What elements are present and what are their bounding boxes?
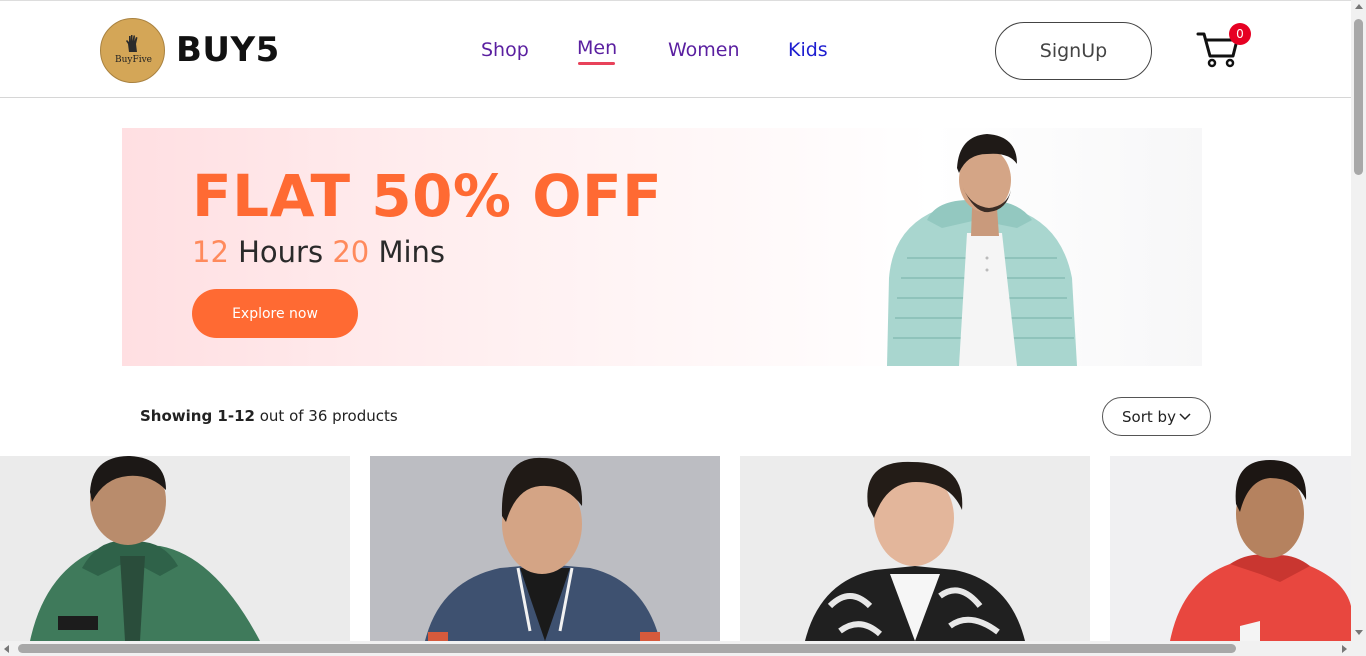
product-image <box>30 456 260 641</box>
nav-men[interactable]: Men <box>577 36 617 60</box>
nav-shop[interactable]: Shop <box>481 38 529 62</box>
product-card[interactable] <box>370 456 720 641</box>
timer-hours-label: Hours <box>238 235 324 269</box>
product-card[interactable] <box>740 456 1090 641</box>
scroll-right-icon[interactable] <box>1342 645 1347 653</box>
banner-headline: FLAT 50% OFF <box>192 162 663 230</box>
timer-mins-label: Mins <box>378 235 446 269</box>
vertical-scroll-thumb[interactable] <box>1354 19 1363 175</box>
promo-banner: FLAT 50% OFF 12 Hours 20 Mins Explore no… <box>122 128 1202 366</box>
banner-model-image <box>887 134 1077 366</box>
scroll-left-icon[interactable] <box>4 645 9 653</box>
logo-text: BuyFive <box>114 55 153 65</box>
product-card[interactable] <box>1110 456 1351 641</box>
scroll-down-icon[interactable] <box>1355 630 1363 635</box>
hand-icon <box>126 35 138 52</box>
chevron-down-icon <box>1179 412 1191 420</box>
signup-button[interactable]: SignUp <box>995 22 1152 80</box>
showing-count: Showing 1-12 out of 36 products <box>140 406 398 426</box>
sort-by-button[interactable]: Sort by <box>1102 397 1211 436</box>
brand-name[interactable]: BUY5 <box>176 29 280 71</box>
vertical-scrollbar[interactable] <box>1351 0 1366 641</box>
product-image <box>805 461 1025 641</box>
site-header: BuyFive BUY5 Shop Men Women Kids SignUp … <box>0 0 1351 98</box>
cart-count-badge: 0 <box>1229 23 1251 45</box>
explore-now-button[interactable]: Explore now <box>192 289 358 338</box>
product-image <box>425 457 660 641</box>
horizontal-scrollbar[interactable] <box>0 641 1366 656</box>
timer-mins-value: 20 <box>332 235 370 269</box>
active-nav-underline <box>578 62 615 65</box>
showing-range: Showing 1-12 <box>140 407 255 425</box>
product-card[interactable] <box>0 456 350 641</box>
timer-hours-value: 12 <box>192 235 229 269</box>
showing-total: out of 36 products <box>259 407 398 425</box>
product-image <box>1170 460 1351 641</box>
nav-women[interactable]: Women <box>668 38 740 62</box>
banner-timer: 12 Hours 20 Mins <box>192 234 445 270</box>
page: BuyFive BUY5 Shop Men Women Kids SignUp … <box>0 0 1351 641</box>
nav-kids[interactable]: Kids <box>788 38 828 62</box>
horizontal-scroll-thumb[interactable] <box>18 644 1236 653</box>
sort-label: Sort by <box>1122 407 1176 426</box>
scroll-up-icon[interactable] <box>1355 4 1363 9</box>
logo[interactable]: BuyFive <box>100 18 165 83</box>
